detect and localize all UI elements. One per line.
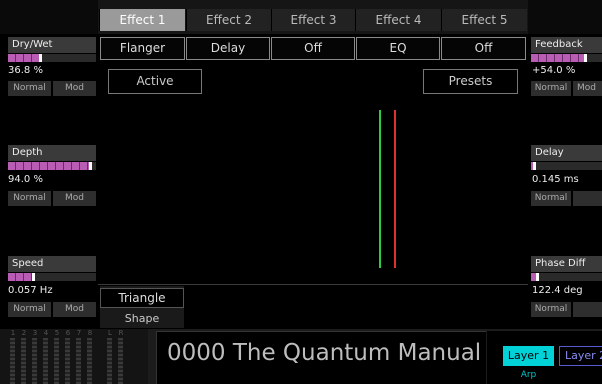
slot-4-selector[interactable]: EQ bbox=[356, 37, 440, 60]
depth-title: Depth bbox=[8, 145, 96, 161]
layer-1-button[interactable]: Layer 1 bbox=[503, 346, 554, 366]
speed-slider[interactable] bbox=[8, 273, 96, 281]
depth-fill bbox=[8, 162, 91, 170]
top-right-corner bbox=[528, 0, 602, 34]
delay-mod-slot bbox=[573, 191, 602, 206]
shape-row-divider bbox=[98, 284, 528, 285]
track-meter-6 bbox=[65, 338, 70, 384]
phase-diff-value: 122.4 deg bbox=[532, 285, 583, 296]
speed-knob[interactable] bbox=[32, 273, 36, 281]
track-meter-l bbox=[107, 338, 112, 384]
depth-knob[interactable] bbox=[88, 162, 92, 170]
track-meter-7 bbox=[76, 338, 81, 384]
dry-wet-mod-button[interactable]: Mod bbox=[53, 81, 96, 96]
track-number-7: 7 bbox=[76, 329, 82, 337]
tab-effect-3[interactable]: Effect 3 bbox=[271, 9, 355, 31]
dry-wet-fill bbox=[8, 54, 41, 62]
delay-value: 0.145 ms bbox=[532, 174, 579, 185]
track-meter-2 bbox=[21, 338, 26, 384]
track-number-4: 4 bbox=[43, 329, 49, 337]
speed-title: Speed bbox=[8, 256, 96, 272]
delay-slider[interactable] bbox=[531, 162, 602, 170]
phase-diff-mod-slot bbox=[573, 302, 602, 317]
shape-selector[interactable]: Triangle Shape bbox=[100, 286, 184, 328]
depth-normal-button[interactable]: Normal bbox=[8, 191, 51, 206]
track-meter-1 bbox=[10, 338, 15, 384]
preset-display[interactable]: 0000 The Quantum Manual bbox=[156, 331, 486, 384]
slot-2-selector[interactable]: Delay bbox=[186, 37, 270, 60]
track-meter-r bbox=[118, 338, 123, 384]
depth-value: 94.0 % bbox=[8, 174, 43, 185]
phase-diff-title: Phase Diff bbox=[531, 256, 602, 272]
tab-effect-5[interactable]: Effect 5 bbox=[441, 9, 527, 31]
track-meter-8 bbox=[87, 338, 92, 384]
speed-mod-button[interactable]: Mod bbox=[53, 302, 96, 317]
depth-mod-button[interactable]: Mod bbox=[53, 191, 96, 206]
tab-effect-2[interactable]: Effect 2 bbox=[186, 9, 271, 31]
dry-wet-slider[interactable] bbox=[8, 54, 96, 62]
delay-knob[interactable] bbox=[532, 162, 536, 170]
phase-diff-normal-button[interactable]: Normal bbox=[531, 302, 571, 317]
slot-3-selector[interactable]: Off bbox=[271, 37, 355, 60]
dry-wet-normal-button[interactable]: Normal bbox=[8, 81, 51, 96]
track-number-1: 1 bbox=[10, 329, 16, 337]
delay-title: Delay bbox=[531, 145, 602, 161]
active-button[interactable]: Active bbox=[108, 69, 202, 94]
left-channel-line bbox=[379, 110, 381, 268]
presets-button[interactable]: Presets bbox=[423, 69, 518, 94]
right-channel-line bbox=[394, 110, 396, 268]
dry-wet-value: 36.8 % bbox=[8, 65, 43, 76]
track-number-5: 5 bbox=[54, 329, 60, 337]
preset-name: 0000 The Quantum Manual bbox=[167, 340, 482, 366]
feedback-slider[interactable] bbox=[531, 54, 602, 62]
top-left-corner bbox=[0, 0, 98, 34]
track-number-3: 3 bbox=[32, 329, 38, 337]
feedback-title: Feedback bbox=[531, 37, 602, 53]
slot-1-selector[interactable]: Flanger bbox=[100, 37, 185, 60]
phase-diff-slider[interactable] bbox=[531, 273, 602, 281]
feedback-normal-button[interactable]: Normal bbox=[531, 81, 571, 96]
speed-fill bbox=[8, 273, 35, 281]
track-number-2: 2 bbox=[21, 329, 27, 337]
feedback-fill bbox=[531, 54, 586, 62]
feedback-value: +54.0 % bbox=[532, 65, 576, 76]
track-meter-3 bbox=[32, 338, 37, 384]
feedback-knob[interactable] bbox=[583, 54, 587, 62]
tab-effect-1[interactable]: Effect 1 bbox=[99, 9, 185, 31]
feedback-mod-button[interactable]: Mod bbox=[573, 81, 602, 96]
track-meter-4 bbox=[43, 338, 48, 384]
speed-normal-button[interactable]: Normal bbox=[8, 302, 51, 317]
shape-label: Shape bbox=[124, 312, 160, 325]
dry-wet-knob[interactable] bbox=[38, 54, 42, 62]
phase-diff-knob[interactable] bbox=[536, 273, 540, 281]
dry-wet-title: Dry/Wet bbox=[8, 37, 96, 53]
track-number-8: 8 bbox=[87, 329, 93, 337]
delay-normal-button[interactable]: Normal bbox=[531, 191, 571, 206]
slot-5-selector[interactable]: Off bbox=[441, 37, 526, 60]
track-meter-5 bbox=[54, 338, 59, 384]
shape-value: Triangle bbox=[100, 288, 184, 308]
track-number-r: R bbox=[118, 329, 124, 337]
track-number-6: 6 bbox=[65, 329, 71, 337]
speed-value: 0.057 Hz bbox=[8, 285, 53, 296]
depth-slider[interactable] bbox=[8, 162, 96, 170]
track-number-l: L bbox=[108, 329, 112, 337]
layer-2-button[interactable]: Layer 2 bbox=[559, 346, 602, 366]
arp-label[interactable]: Arp bbox=[503, 369, 554, 381]
tab-effect-4[interactable]: Effect 4 bbox=[355, 9, 441, 31]
